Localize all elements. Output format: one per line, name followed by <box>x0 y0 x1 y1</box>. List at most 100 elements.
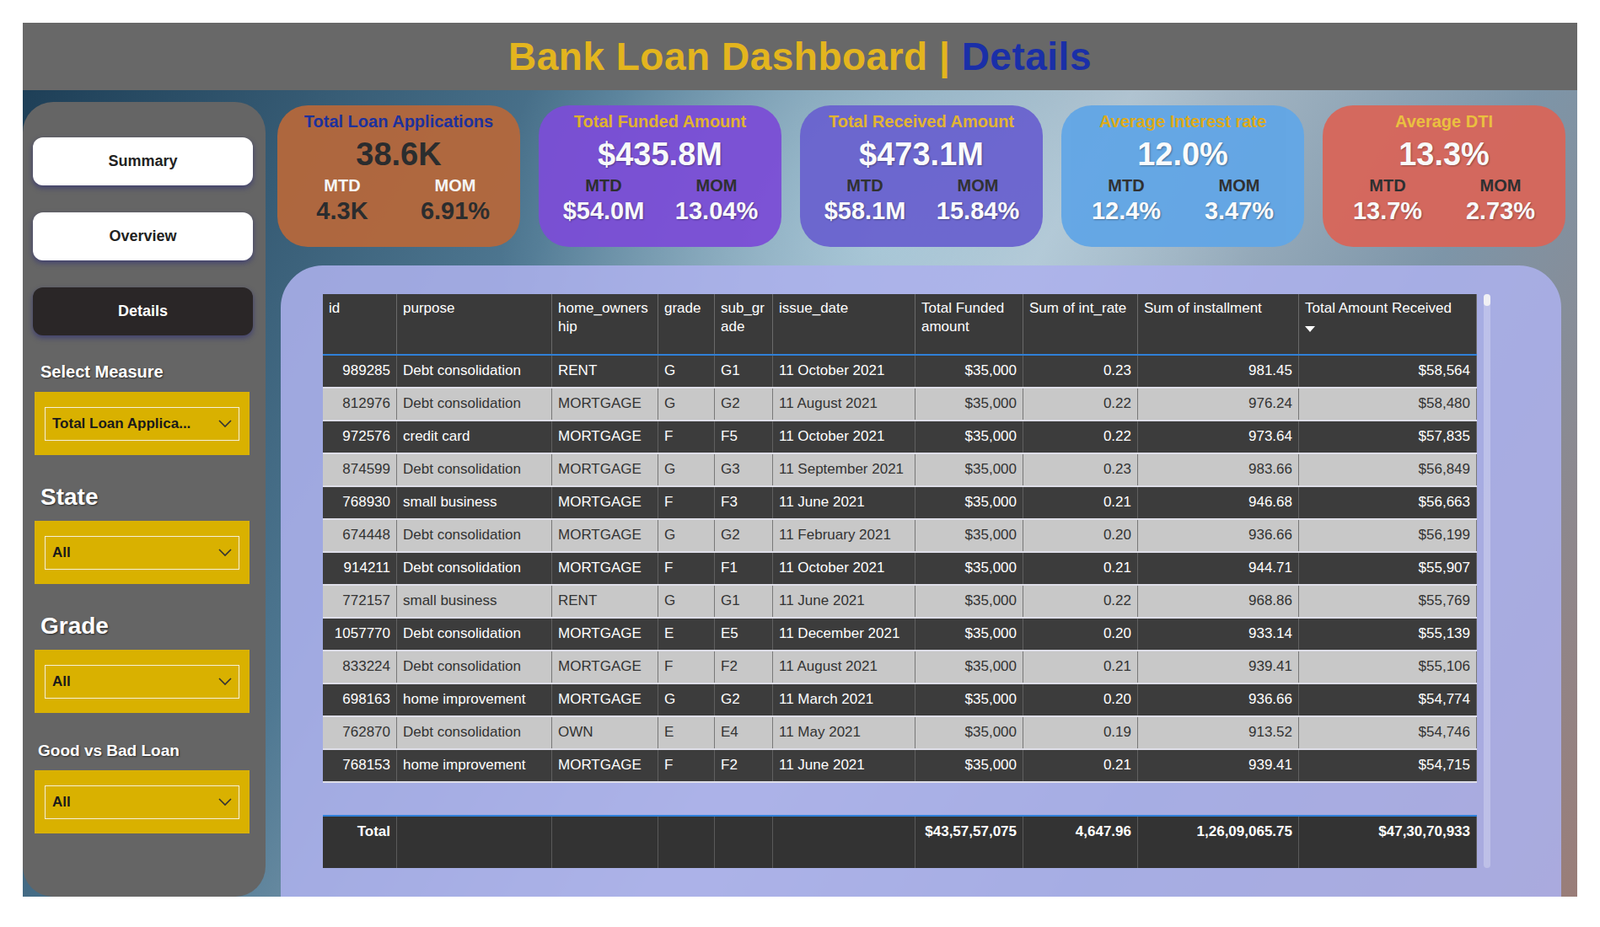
filter: State All <box>32 483 253 585</box>
table-cell: 772157 <box>322 585 398 618</box>
table-cell: 0.23 <box>1023 355 1139 387</box>
dashboard: Bank Loan Dashboard | Details Summary Ove… <box>22 22 1578 897</box>
nav-button[interactable]: Summary <box>32 137 253 186</box>
mtd-label: MTD <box>1069 176 1183 196</box>
total-row: Total$43,57,57,0754,647.961,26,09,065.75… <box>322 815 1477 869</box>
table-row[interactable]: 914211Debt consolidationMORTGAGEFF111 Oc… <box>322 553 1477 586</box>
column-label: id <box>328 299 340 318</box>
table-cell: Debt consolidation <box>397 454 553 486</box>
dropdown-field[interactable]: Total Loan Applica... <box>44 407 240 441</box>
table-cell: G <box>658 355 715 387</box>
dropdown[interactable]: Total Loan Applica... <box>34 391 250 456</box>
table-cell: $58,564 <box>1299 355 1477 387</box>
total-cell: 1,26,09,065.75 <box>1138 816 1300 869</box>
table-row[interactable]: 874599Debt consolidationMORTGAGEGG311 Se… <box>322 454 1477 488</box>
table-cell: $35,000 <box>915 618 1024 650</box>
dropdown-field[interactable]: All <box>44 536 240 570</box>
table-cell: E <box>658 717 715 749</box>
table-cell: Debt consolidation <box>397 717 553 749</box>
total-cell: Total <box>322 816 398 869</box>
table-cell: 0.19 <box>1023 717 1139 749</box>
nav-button[interactable]: Overview <box>32 212 253 261</box>
dropdown[interactable]: All <box>34 770 250 834</box>
column-header[interactable]: id <box>322 294 398 355</box>
filter: Grade All <box>32 612 253 714</box>
filter-label: State <box>32 483 253 511</box>
table-cell: 768930 <box>322 487 398 519</box>
kpi-value: 12.0% <box>1137 136 1229 173</box>
column-header[interactable]: Sum of installment <box>1138 294 1300 355</box>
table-cell: $35,000 <box>915 684 1024 716</box>
total-cell: 4,647.96 <box>1023 816 1139 869</box>
table-row[interactable]: 989285Debt consolidationRENTGG111 Octobe… <box>322 355 1477 389</box>
table-cell: F2 <box>714 750 774 782</box>
mom-label: MOM <box>1182 176 1296 196</box>
column-header[interactable]: grade <box>658 294 715 355</box>
table-row[interactable]: 768153home improvementMORTGAGEFF211 June… <box>322 750 1477 784</box>
table-cell: Debt consolidation <box>397 651 553 683</box>
table-row[interactable]: 972576credit cardMORTGAGEFF511 October 2… <box>322 421 1477 455</box>
table-cell: 0.22 <box>1023 388 1139 420</box>
table-row[interactable]: 698163home improvementMORTGAGEGG211 Marc… <box>322 684 1477 718</box>
table-cell: $35,000 <box>915 520 1024 552</box>
table-cell: $35,000 <box>915 487 1024 519</box>
table-row[interactable]: 768930small businessMORTGAGEFF311 June 2… <box>322 487 1477 521</box>
table-cell: 11 June 2021 <box>773 487 916 519</box>
column-label: Total Amount Received <box>1304 299 1452 318</box>
column-label: purpose <box>402 299 455 318</box>
table-row[interactable]: 762870Debt consolidationOWNEE411 May 202… <box>322 717 1477 751</box>
details-table: id purpose home_ownership grade sub_grad… <box>322 294 1477 869</box>
table-cell: 11 March 2021 <box>773 684 916 716</box>
dropdown[interactable]: All <box>34 649 250 714</box>
table-row[interactable]: 772157small businessRENTGG111 June 2021$… <box>322 585 1477 619</box>
table-cell: 983.66 <box>1138 454 1300 486</box>
mtd-label: MTD <box>808 176 922 196</box>
table-cell: OWN <box>552 717 659 749</box>
table-cell: $58,480 <box>1299 388 1477 420</box>
kpi-breakdown: MTD MOM 4.3K 6.91% <box>285 176 512 226</box>
table-cell: 11 June 2021 <box>773 750 916 782</box>
column-header[interactable]: sub_grade <box>714 294 774 355</box>
scrollbar-thumb[interactable] <box>1483 294 1491 307</box>
table-cell: 981.45 <box>1138 355 1300 387</box>
column-header[interactable]: purpose <box>397 294 553 355</box>
kpi-card: Total Received Amount $473.1M MTD MOM $5… <box>800 105 1043 247</box>
table-header: id purpose home_ownership grade sub_grad… <box>322 294 1477 356</box>
table-cell: 973.64 <box>1138 421 1300 453</box>
table-cell: 11 May 2021 <box>773 717 916 749</box>
total-cell <box>714 816 774 869</box>
mom-value: 3.47% <box>1182 197 1296 226</box>
table-cell: 972576 <box>322 421 398 453</box>
dropdown-field[interactable]: All <box>44 785 240 820</box>
sidebar: SummaryOverviewDetails Select Measure To… <box>22 102 266 897</box>
mtd-value: $58.1M <box>808 197 922 226</box>
dropdown[interactable]: All <box>34 520 250 585</box>
table-cell: 11 October 2021 <box>773 553 916 585</box>
nav-button[interactable]: Details <box>32 287 253 336</box>
table-row[interactable]: 674448Debt consolidationMORTGAGEGG211 Fe… <box>322 520 1477 554</box>
table-row[interactable]: 1057770Debt consolidationMORTGAGEEE511 D… <box>322 618 1477 652</box>
column-header[interactable]: issue_date <box>773 294 916 355</box>
chevron-down-icon <box>218 677 232 687</box>
column-header[interactable]: Total Funded amount <box>915 294 1024 355</box>
kpi-card: Total Loan Applications 38.6K MTD MOM 4.… <box>277 105 521 247</box>
dropdown-value: Total Loan Applica... <box>52 415 191 433</box>
column-header[interactable]: Total Amount Received <box>1299 294 1477 355</box>
scrollbar[interactable] <box>1483 294 1491 869</box>
total-cell <box>397 816 553 869</box>
table-cell: $35,000 <box>915 355 1024 387</box>
table-row[interactable]: 833224Debt consolidationMORTGAGEFF211 Au… <box>322 651 1477 685</box>
column-header[interactable]: Sum of int_rate <box>1023 294 1139 355</box>
column-label: sub_grade <box>720 299 767 337</box>
kpi-value: $473.1M <box>859 136 984 173</box>
dropdown-field[interactable]: All <box>44 665 240 699</box>
table-row[interactable]: 812976Debt consolidationMORTGAGEGG211 Au… <box>322 388 1477 422</box>
table-cell: G1 <box>714 585 774 618</box>
table-cell: RENT <box>552 355 659 387</box>
title-main: Bank Loan Dashboard | <box>508 34 951 79</box>
column-header[interactable]: home_ownership <box>552 294 659 355</box>
kpi-cards: Total Loan Applications 38.6K MTD MOM 4.… <box>277 105 1568 247</box>
mom-value: 13.04% <box>660 197 774 226</box>
table-cell: $35,000 <box>915 454 1024 486</box>
mtd-value: 13.7% <box>1331 197 1445 226</box>
